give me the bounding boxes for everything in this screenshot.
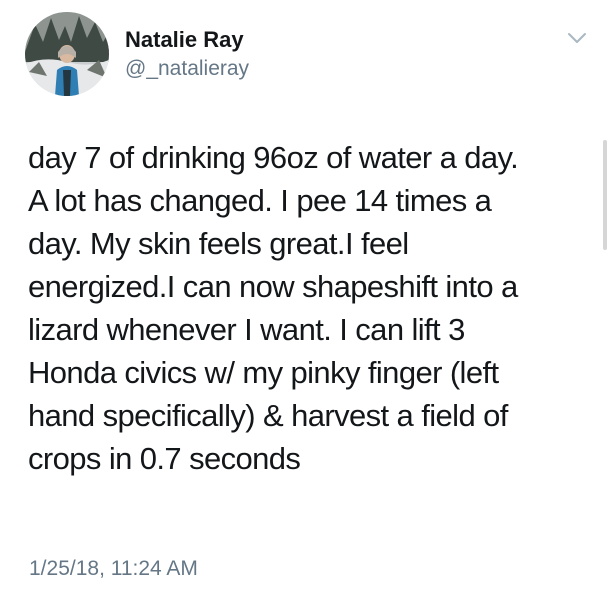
timestamp[interactable]: 1/25/18, 11:24 AM [29, 556, 198, 582]
chevron-down-icon[interactable] [566, 30, 588, 46]
display-name[interactable]: Natalie Ray [125, 27, 244, 53]
avatar[interactable] [25, 12, 109, 96]
avatar-photo [25, 12, 109, 96]
tweet-text: day 7 of drinking 96oz of water a day. A… [28, 140, 519, 476]
username[interactable]: @_natalieray [125, 56, 249, 82]
scrollbar[interactable] [603, 140, 607, 250]
